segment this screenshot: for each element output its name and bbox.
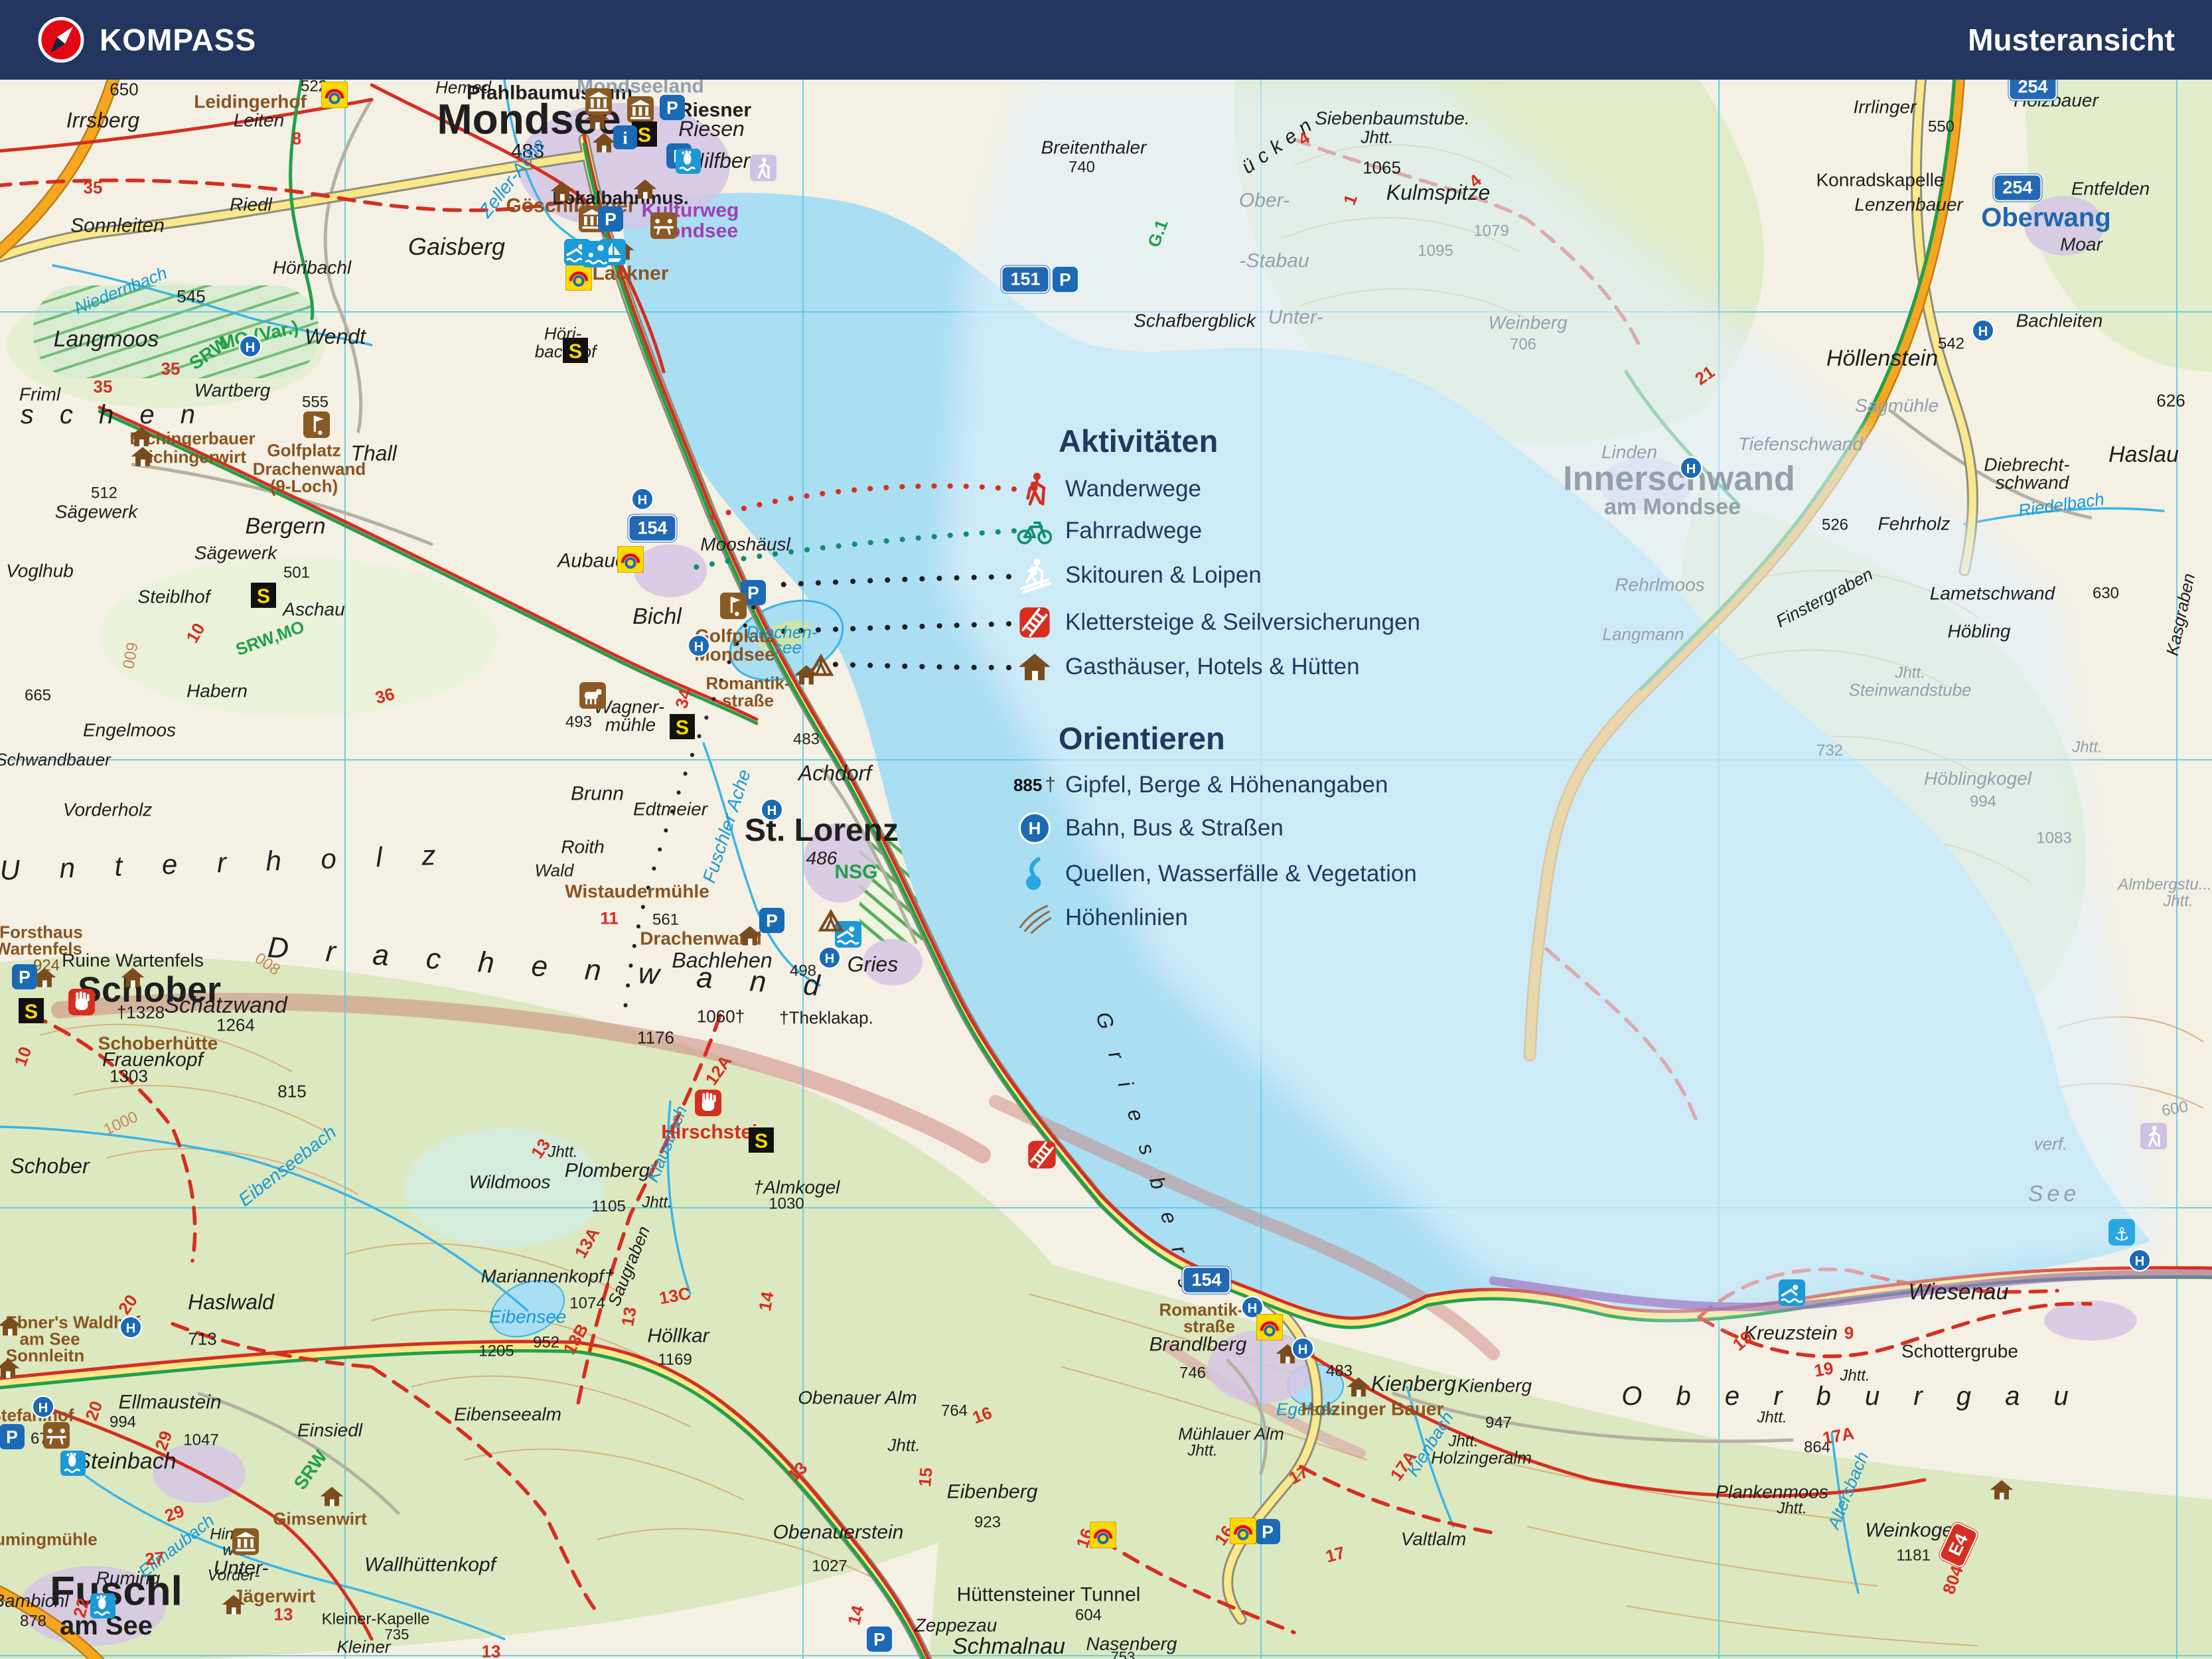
map-canvas xyxy=(0,0,2212,1659)
page-title: Musteransicht xyxy=(1968,23,2175,57)
header-bar: KOMPASS Musteransicht xyxy=(0,0,2212,80)
brand-text: KOMPASS xyxy=(100,23,257,57)
kompass-brand: KOMPASS xyxy=(37,16,256,64)
kompass-logo-icon xyxy=(38,17,84,63)
map-sample-page: KOMPASS Musteransicht Aktivitäten Wander… xyxy=(0,0,2212,1659)
